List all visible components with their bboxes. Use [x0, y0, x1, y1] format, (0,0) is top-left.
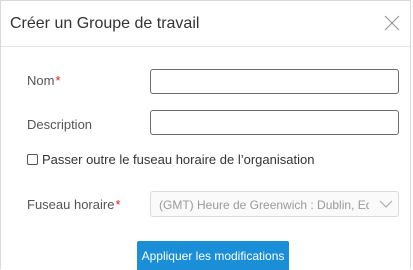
- override-timezone-row[interactable]: Passer outre le fuseau horaire de l’orga…: [27, 152, 314, 167]
- name-label-text: Nom: [27, 73, 55, 88]
- timezone-select-value: (GMT) Heure de Greenwich : Dublin, Edimb…: [159, 198, 369, 212]
- description-label: Description: [27, 117, 93, 132]
- name-required-mark: *: [55, 73, 61, 88]
- dialog-header: Créer un Groupe de travail: [1, 1, 410, 47]
- create-workgroup-dialog: Créer un Groupe de travail Nom* Descript…: [0, 0, 411, 270]
- timezone-label-text: Fuseau horaire: [27, 197, 115, 212]
- description-input[interactable]: [150, 110, 399, 135]
- apply-changes-button[interactable]: Appliquer les modifications: [137, 241, 289, 270]
- override-timezone-checkbox[interactable]: [27, 154, 38, 165]
- timezone-required-mark: *: [115, 197, 121, 212]
- override-timezone-label: Passer outre le fuseau horaire de l’orga…: [42, 152, 315, 167]
- chevron-down-icon: [379, 200, 393, 208]
- timezone-select[interactable]: (GMT) Heure de Greenwich : Dublin, Edimb…: [150, 191, 399, 217]
- dialog-title: Créer un Groupe de travail: [10, 15, 200, 32]
- name-input[interactable]: [150, 69, 399, 94]
- close-button[interactable]: [384, 15, 400, 31]
- close-icon: [384, 15, 400, 31]
- name-label: Nom*: [27, 73, 61, 88]
- timezone-label: Fuseau horaire*: [27, 197, 121, 212]
